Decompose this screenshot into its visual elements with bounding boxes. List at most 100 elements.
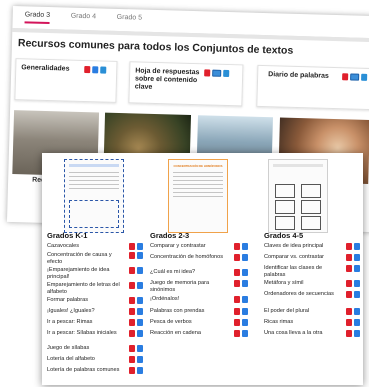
download-icon[interactable] [242, 308, 248, 315]
download-icon[interactable] [137, 243, 143, 250]
pdf-icon[interactable] [129, 356, 135, 363]
download-icon[interactable] [242, 254, 248, 261]
pdf-icon[interactable] [129, 345, 135, 352]
pdf-icon[interactable] [346, 319, 352, 326]
list-item[interactable]: ¿Cuál es mi idea? [150, 269, 250, 277]
list-item[interactable]: Una cosa lleva a la otra [264, 330, 360, 338]
monitor-icon[interactable] [212, 69, 222, 77]
games-sheet: CONCENTRACIÓN DE HOMÓFONOS Grados K-1 Gr… [42, 153, 363, 385]
download-icon[interactable] [100, 66, 107, 74]
download-icon[interactable] [137, 297, 143, 304]
pdf-icon[interactable] [129, 282, 135, 289]
download-icon[interactable] [242, 280, 248, 287]
download-icon[interactable] [242, 243, 248, 250]
tab-grado-5[interactable]: Grado 5 [117, 14, 142, 22]
pdf-icon[interactable] [129, 330, 135, 337]
list-item[interactable]: Ordenadores de secuencias [264, 291, 360, 299]
list-item[interactable]: Lotería de palabras comunes [47, 367, 143, 375]
pdf-icon[interactable] [234, 330, 240, 337]
download-icon[interactable] [137, 356, 143, 363]
monitor-icon[interactable] [350, 73, 360, 81]
pdf-icon[interactable] [346, 330, 352, 337]
tab-grado-4[interactable]: Grado 4 [71, 13, 96, 21]
download-icon[interactable] [354, 280, 360, 287]
download-icon[interactable] [354, 319, 360, 326]
pdf-icon[interactable] [234, 296, 240, 303]
download-icon[interactable] [137, 345, 143, 352]
list-item[interactable]: Comparar y contrastar [150, 243, 250, 251]
resource-card-diario-de-palabras[interactable]: Diario de palabras [256, 64, 369, 111]
list-item[interactable]: Comparar vs. contrastar [264, 254, 360, 262]
list-item[interactable]: Ir a pescar: Sílabas iniciales [47, 330, 143, 338]
list-item[interactable]: Reacción en cadena [150, 330, 250, 338]
list-item[interactable]: Cazavocales [47, 243, 143, 251]
pdf-icon[interactable] [234, 243, 240, 250]
pdf-icon[interactable] [234, 254, 240, 261]
download-icon[interactable] [92, 66, 99, 74]
list-item[interactable]: ¡Ordénalos! [150, 296, 250, 304]
list-item[interactable]: Pesca de verbos [150, 319, 250, 327]
list-item[interactable]: Concentración de homófonos [150, 254, 250, 262]
pdf-icon[interactable] [234, 280, 240, 287]
pdf-icon[interactable] [346, 254, 352, 261]
download-icon[interactable] [137, 282, 143, 289]
download-icon[interactable] [354, 254, 360, 261]
download-icon[interactable] [242, 330, 248, 337]
download-icon[interactable] [361, 73, 368, 81]
pdf-icon[interactable] [84, 66, 91, 74]
list-item[interactable]: Palabras con prendas [150, 308, 250, 316]
list-item[interactable]: ¡Emparejamiento de idea principal! [47, 267, 143, 280]
pdf-icon[interactable] [204, 69, 211, 77]
download-icon[interactable] [354, 265, 360, 272]
pdf-icon[interactable] [129, 297, 135, 304]
download-icon[interactable] [223, 69, 230, 78]
pdf-icon[interactable] [234, 269, 240, 276]
list-item[interactable]: Emparejamiento de letras del alfabeto [47, 282, 143, 295]
list-item[interactable]: Juego de memoria para sinónimos [150, 280, 250, 293]
pdf-icon[interactable] [129, 252, 135, 259]
list-item[interactable]: Lotería del alfabeto [47, 356, 143, 364]
download-icon[interactable] [354, 243, 360, 250]
list-item[interactable]: Identificar las clases de palabras [264, 265, 360, 278]
download-icon[interactable] [137, 267, 143, 274]
list-item[interactable]: ¡Iguales! ¿Iguales? [47, 308, 143, 316]
pdf-icon[interactable] [129, 367, 135, 374]
download-icon[interactable] [242, 319, 248, 326]
list-item[interactable]: Metáfora y símil [264, 280, 360, 288]
pdf-icon[interactable] [129, 319, 135, 326]
pdf-icon[interactable] [234, 308, 240, 315]
download-icon[interactable] [354, 330, 360, 337]
pdf-icon[interactable] [346, 291, 352, 298]
download-icon[interactable] [242, 269, 248, 276]
pdf-icon[interactable] [342, 73, 349, 81]
pdf-icon[interactable] [234, 319, 240, 326]
download-icon[interactable] [354, 291, 360, 298]
resource-card-generalidades[interactable]: Generalidades [14, 58, 118, 103]
thumbnail-4-5[interactable] [268, 159, 328, 233]
pdf-icon[interactable] [346, 243, 352, 250]
download-icon[interactable] [137, 367, 143, 374]
list-item[interactable]: Concentración de causa y efecto [47, 252, 143, 265]
pdf-icon[interactable] [129, 243, 135, 250]
download-icon[interactable] [137, 319, 143, 326]
pdf-icon[interactable] [346, 280, 352, 287]
tab-grado-3[interactable]: Grado 3 [24, 11, 51, 25]
list-item[interactable]: Ir a pescar: Rimas [47, 319, 143, 327]
list-item[interactable]: El poder del plural [264, 308, 360, 316]
resource-card-hoja-de-respuestas[interactable]: Hoja de respuestas sobre el contenido cl… [128, 61, 244, 107]
thumbnail-k1[interactable] [64, 159, 124, 233]
pdf-icon[interactable] [129, 308, 135, 315]
list-item[interactable]: Juego de sílabas [47, 345, 143, 353]
download-icon[interactable] [354, 308, 360, 315]
download-icon[interactable] [137, 308, 143, 315]
pdf-icon[interactable] [346, 308, 352, 315]
download-icon[interactable] [137, 252, 143, 259]
download-icon[interactable] [137, 330, 143, 337]
thumbnail-2-3[interactable]: CONCENTRACIÓN DE HOMÓFONOS [168, 159, 228, 233]
list-item[interactable]: Ricas rimas [264, 319, 360, 327]
list-item[interactable]: Claves de idea principal [264, 243, 360, 251]
list-item[interactable]: Formar palabras [47, 297, 143, 305]
download-icon[interactable] [242, 296, 248, 303]
pdf-icon[interactable] [129, 267, 135, 274]
pdf-icon[interactable] [346, 265, 352, 272]
